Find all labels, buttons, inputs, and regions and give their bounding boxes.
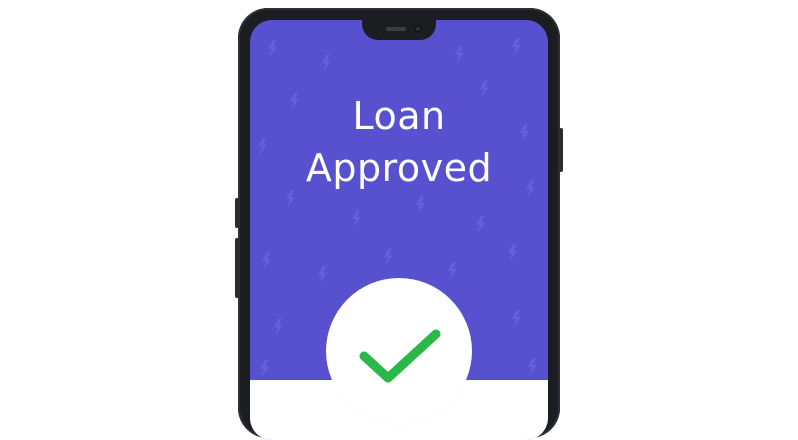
illustration-stage: Loan Approved xyxy=(0,0,798,440)
phone-screen: Loan Approved xyxy=(250,20,548,440)
front-camera xyxy=(414,25,422,33)
title-line-1: Loan xyxy=(352,94,446,138)
phone-notch xyxy=(362,20,436,40)
checkmark-icon xyxy=(359,329,441,383)
loan-approved-title: Loan Approved xyxy=(250,90,548,194)
phone-device: Loan Approved xyxy=(235,8,563,440)
title-line-2: Approved xyxy=(305,146,493,190)
approval-badge xyxy=(326,278,472,424)
power-button xyxy=(559,128,563,172)
volume-down-button xyxy=(235,238,239,298)
volume-up-button xyxy=(235,198,239,228)
speaker-grille xyxy=(386,27,406,31)
